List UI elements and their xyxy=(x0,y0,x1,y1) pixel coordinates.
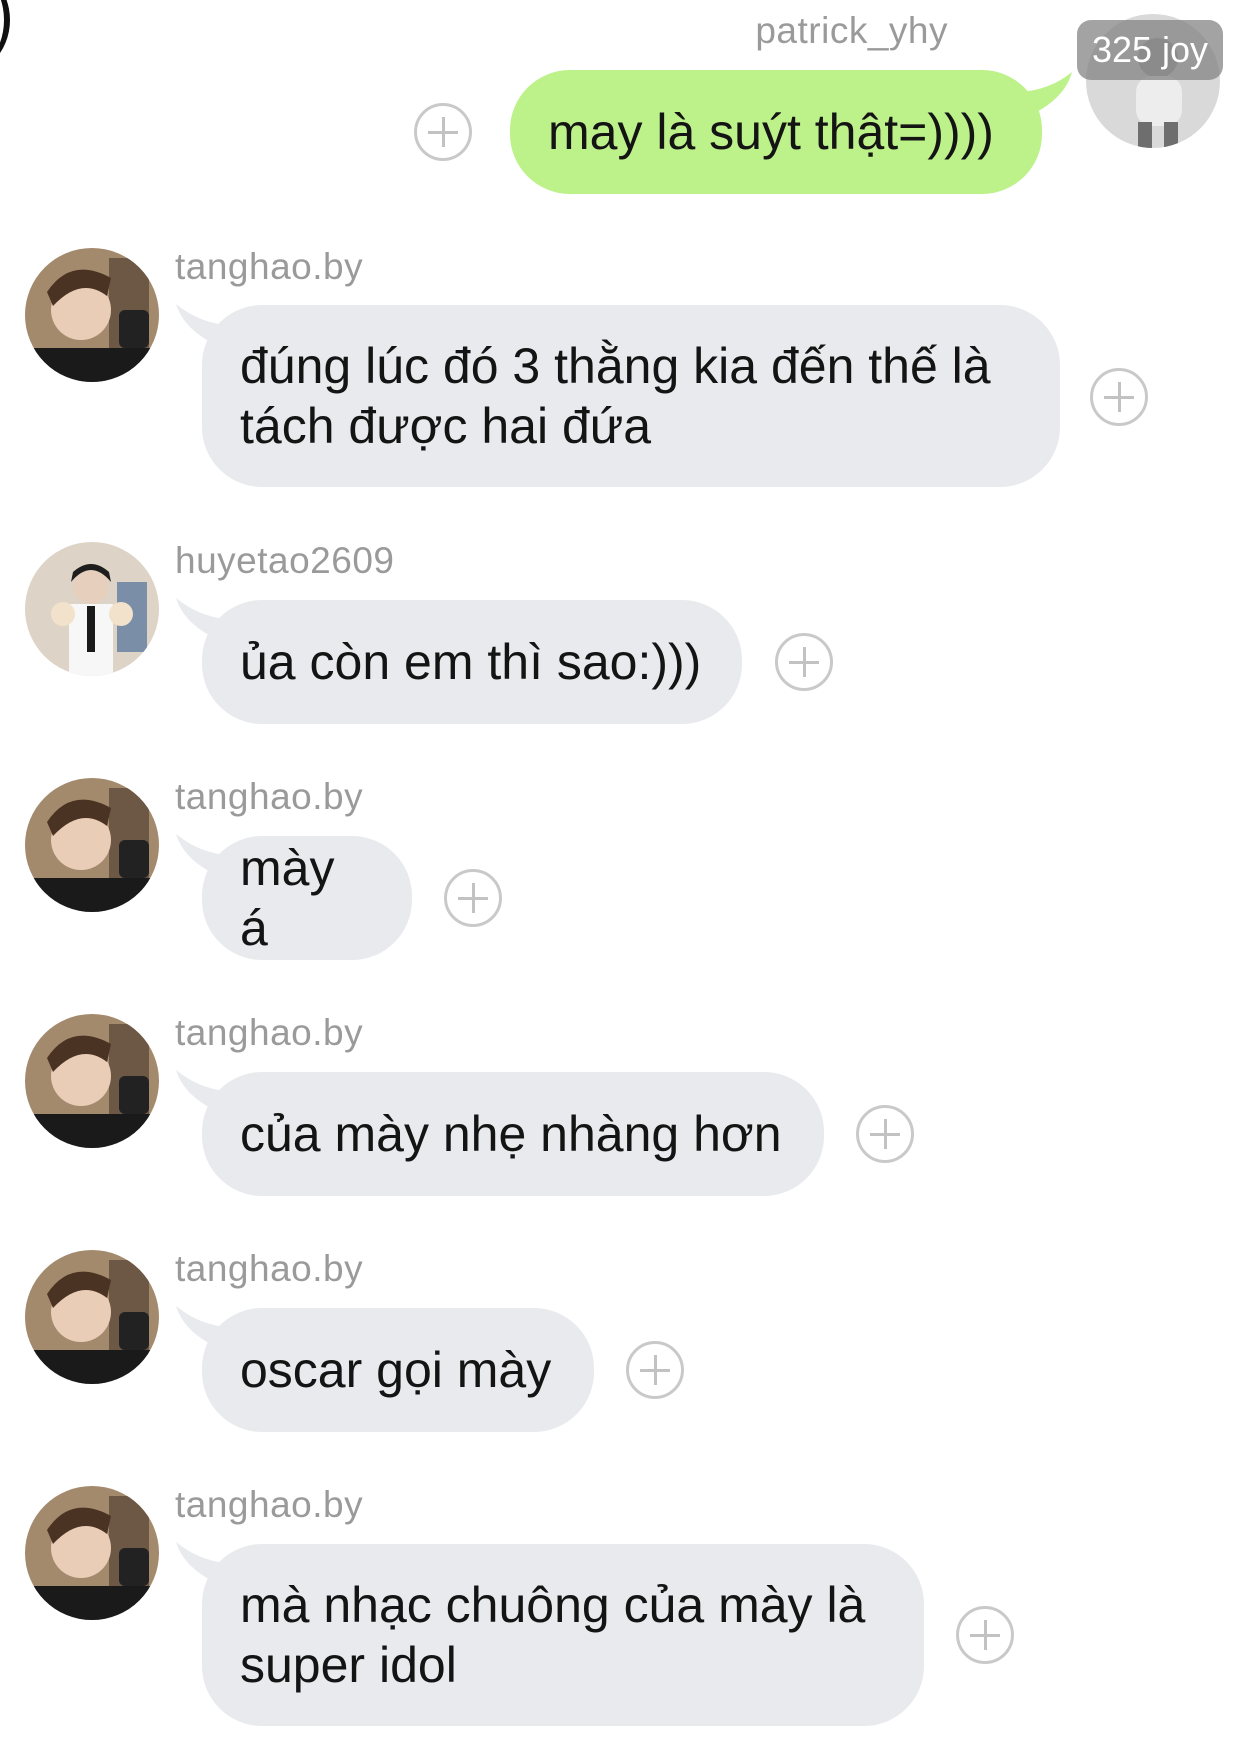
sender-username: tanghao.by xyxy=(175,246,364,287)
status-badge: 325 joy xyxy=(1077,20,1223,80)
sender-username: tanghao.by xyxy=(175,776,364,817)
add-reaction-plus-icon[interactable] xyxy=(626,1341,684,1399)
message-row-outgoing: patrick_yhy may là suýt thật=)))) 325 jo… xyxy=(0,0,1242,194)
message-bubble-incoming[interactable]: của mày nhẹ nhàng hơn xyxy=(202,1072,824,1196)
avatar[interactable] xyxy=(25,1250,159,1384)
add-reaction-plus-icon[interactable] xyxy=(1090,368,1148,426)
message-bubble-outgoing[interactable]: may là suýt thật=)))) xyxy=(510,70,1042,194)
sender-username: huyetao2609 xyxy=(175,540,395,581)
message-bubble-incoming[interactable]: đúng lúc đó 3 thằng kia đến thế là tách … xyxy=(202,305,1060,487)
avatar[interactable] xyxy=(25,248,159,382)
sender-username: patrick_yhy xyxy=(755,10,948,51)
message-text: may là suýt thật=)))) xyxy=(548,104,994,160)
add-reaction-plus-icon[interactable] xyxy=(444,869,502,927)
message-text: mà nhạc chuông của mày là super idol xyxy=(240,1577,866,1693)
message-text: oscar gọi mày xyxy=(240,1342,552,1398)
add-reaction-plus-icon[interactable] xyxy=(414,103,472,161)
message-bubble-incoming[interactable]: mày á xyxy=(202,836,412,960)
message-row-incoming: tanghao.by của mày nhẹ nhàng hơn xyxy=(0,1012,1242,1202)
message-text: ủa còn em thì sao:))) xyxy=(240,634,702,690)
message-row-incoming: tanghao.by đúng lúc đó 3 thằng kia đến t… xyxy=(0,240,1242,490)
avatar[interactable] xyxy=(25,1014,159,1148)
message-bubble-incoming[interactable]: oscar gọi mày xyxy=(202,1308,594,1432)
avatar[interactable] xyxy=(25,1486,159,1620)
avatar[interactable] xyxy=(25,778,159,912)
sender-username: tanghao.by xyxy=(175,1012,364,1053)
avatar[interactable] xyxy=(25,542,159,676)
message-bubble-incoming[interactable]: mà nhạc chuông của mày là super idol xyxy=(202,1544,924,1726)
add-reaction-plus-icon[interactable] xyxy=(856,1105,914,1163)
message-text: đúng lúc đó 3 thằng kia đến thế là tách … xyxy=(240,338,991,454)
message-text: mày á xyxy=(240,840,335,956)
sender-username: tanghao.by xyxy=(175,1484,364,1525)
message-row-incoming: huyetao2609 ủa còn em thì sao:))) xyxy=(0,540,1242,730)
message-row-incoming: tanghao.by oscar gọi mày xyxy=(0,1248,1242,1438)
add-reaction-plus-icon[interactable] xyxy=(956,1606,1014,1664)
sender-username: tanghao.by xyxy=(175,1248,364,1289)
message-text: của mày nhẹ nhàng hơn xyxy=(240,1106,782,1162)
add-reaction-plus-icon[interactable] xyxy=(775,633,833,691)
message-row-incoming: tanghao.by mày á xyxy=(0,776,1242,966)
message-bubble-incoming[interactable]: ủa còn em thì sao:))) xyxy=(202,600,742,724)
message-row-incoming: tanghao.by mà nhạc chuông của mày là sup… xyxy=(0,1484,1242,1734)
